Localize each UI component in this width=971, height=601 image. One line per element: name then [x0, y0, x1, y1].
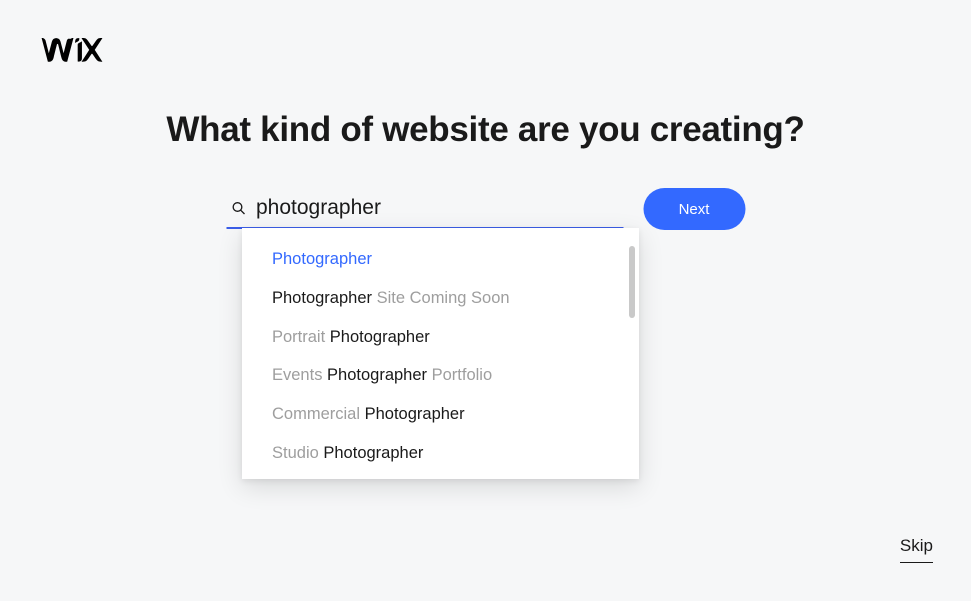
suggestion-text: Photographer [365, 405, 465, 423]
search-icon [230, 200, 246, 216]
suggestion-text: Commercial [272, 405, 365, 423]
suggestion-list: PhotographerPhotographer Site Coming Soo… [242, 228, 639, 479]
suggestion-text: Events [272, 366, 327, 384]
suggestion-item[interactable]: Portrait Photographer [242, 320, 639, 356]
suggestion-text: Portfolio [427, 366, 492, 384]
suggestion-text: Portrait [272, 328, 330, 346]
suggestion-item[interactable]: Studio Photographer [242, 436, 639, 472]
next-button[interactable]: Next [643, 188, 745, 230]
scrollbar-thumb[interactable] [629, 246, 635, 318]
page-title: What kind of website are you creating? [0, 110, 971, 150]
suggestion-text: Photographer [327, 366, 427, 384]
suggestion-text: Photographer [330, 328, 430, 346]
suggestion-item[interactable]: Events Photographer Portfolio [242, 358, 639, 394]
suggestion-text: Photographer [272, 289, 372, 307]
suggestion-text: Studio [272, 444, 323, 462]
suggestion-item[interactable]: Photographer [242, 242, 639, 278]
suggestion-item[interactable]: Commercial Photographer [242, 397, 639, 433]
skip-link[interactable]: Skip [900, 536, 933, 563]
suggestion-text: Site Coming Soon [372, 289, 510, 307]
suggestion-text: Photographer [323, 444, 423, 462]
suggestion-text: Photographer [272, 250, 372, 268]
wix-logo [40, 38, 104, 67]
suggestion-dropdown: PhotographerPhotographer Site Coming Soo… [242, 228, 639, 479]
search-input[interactable] [226, 189, 623, 227]
search-box [226, 189, 623, 229]
suggestion-item[interactable]: Photographer Site Coming Soon [242, 281, 639, 317]
search-row: Next [226, 188, 745, 230]
